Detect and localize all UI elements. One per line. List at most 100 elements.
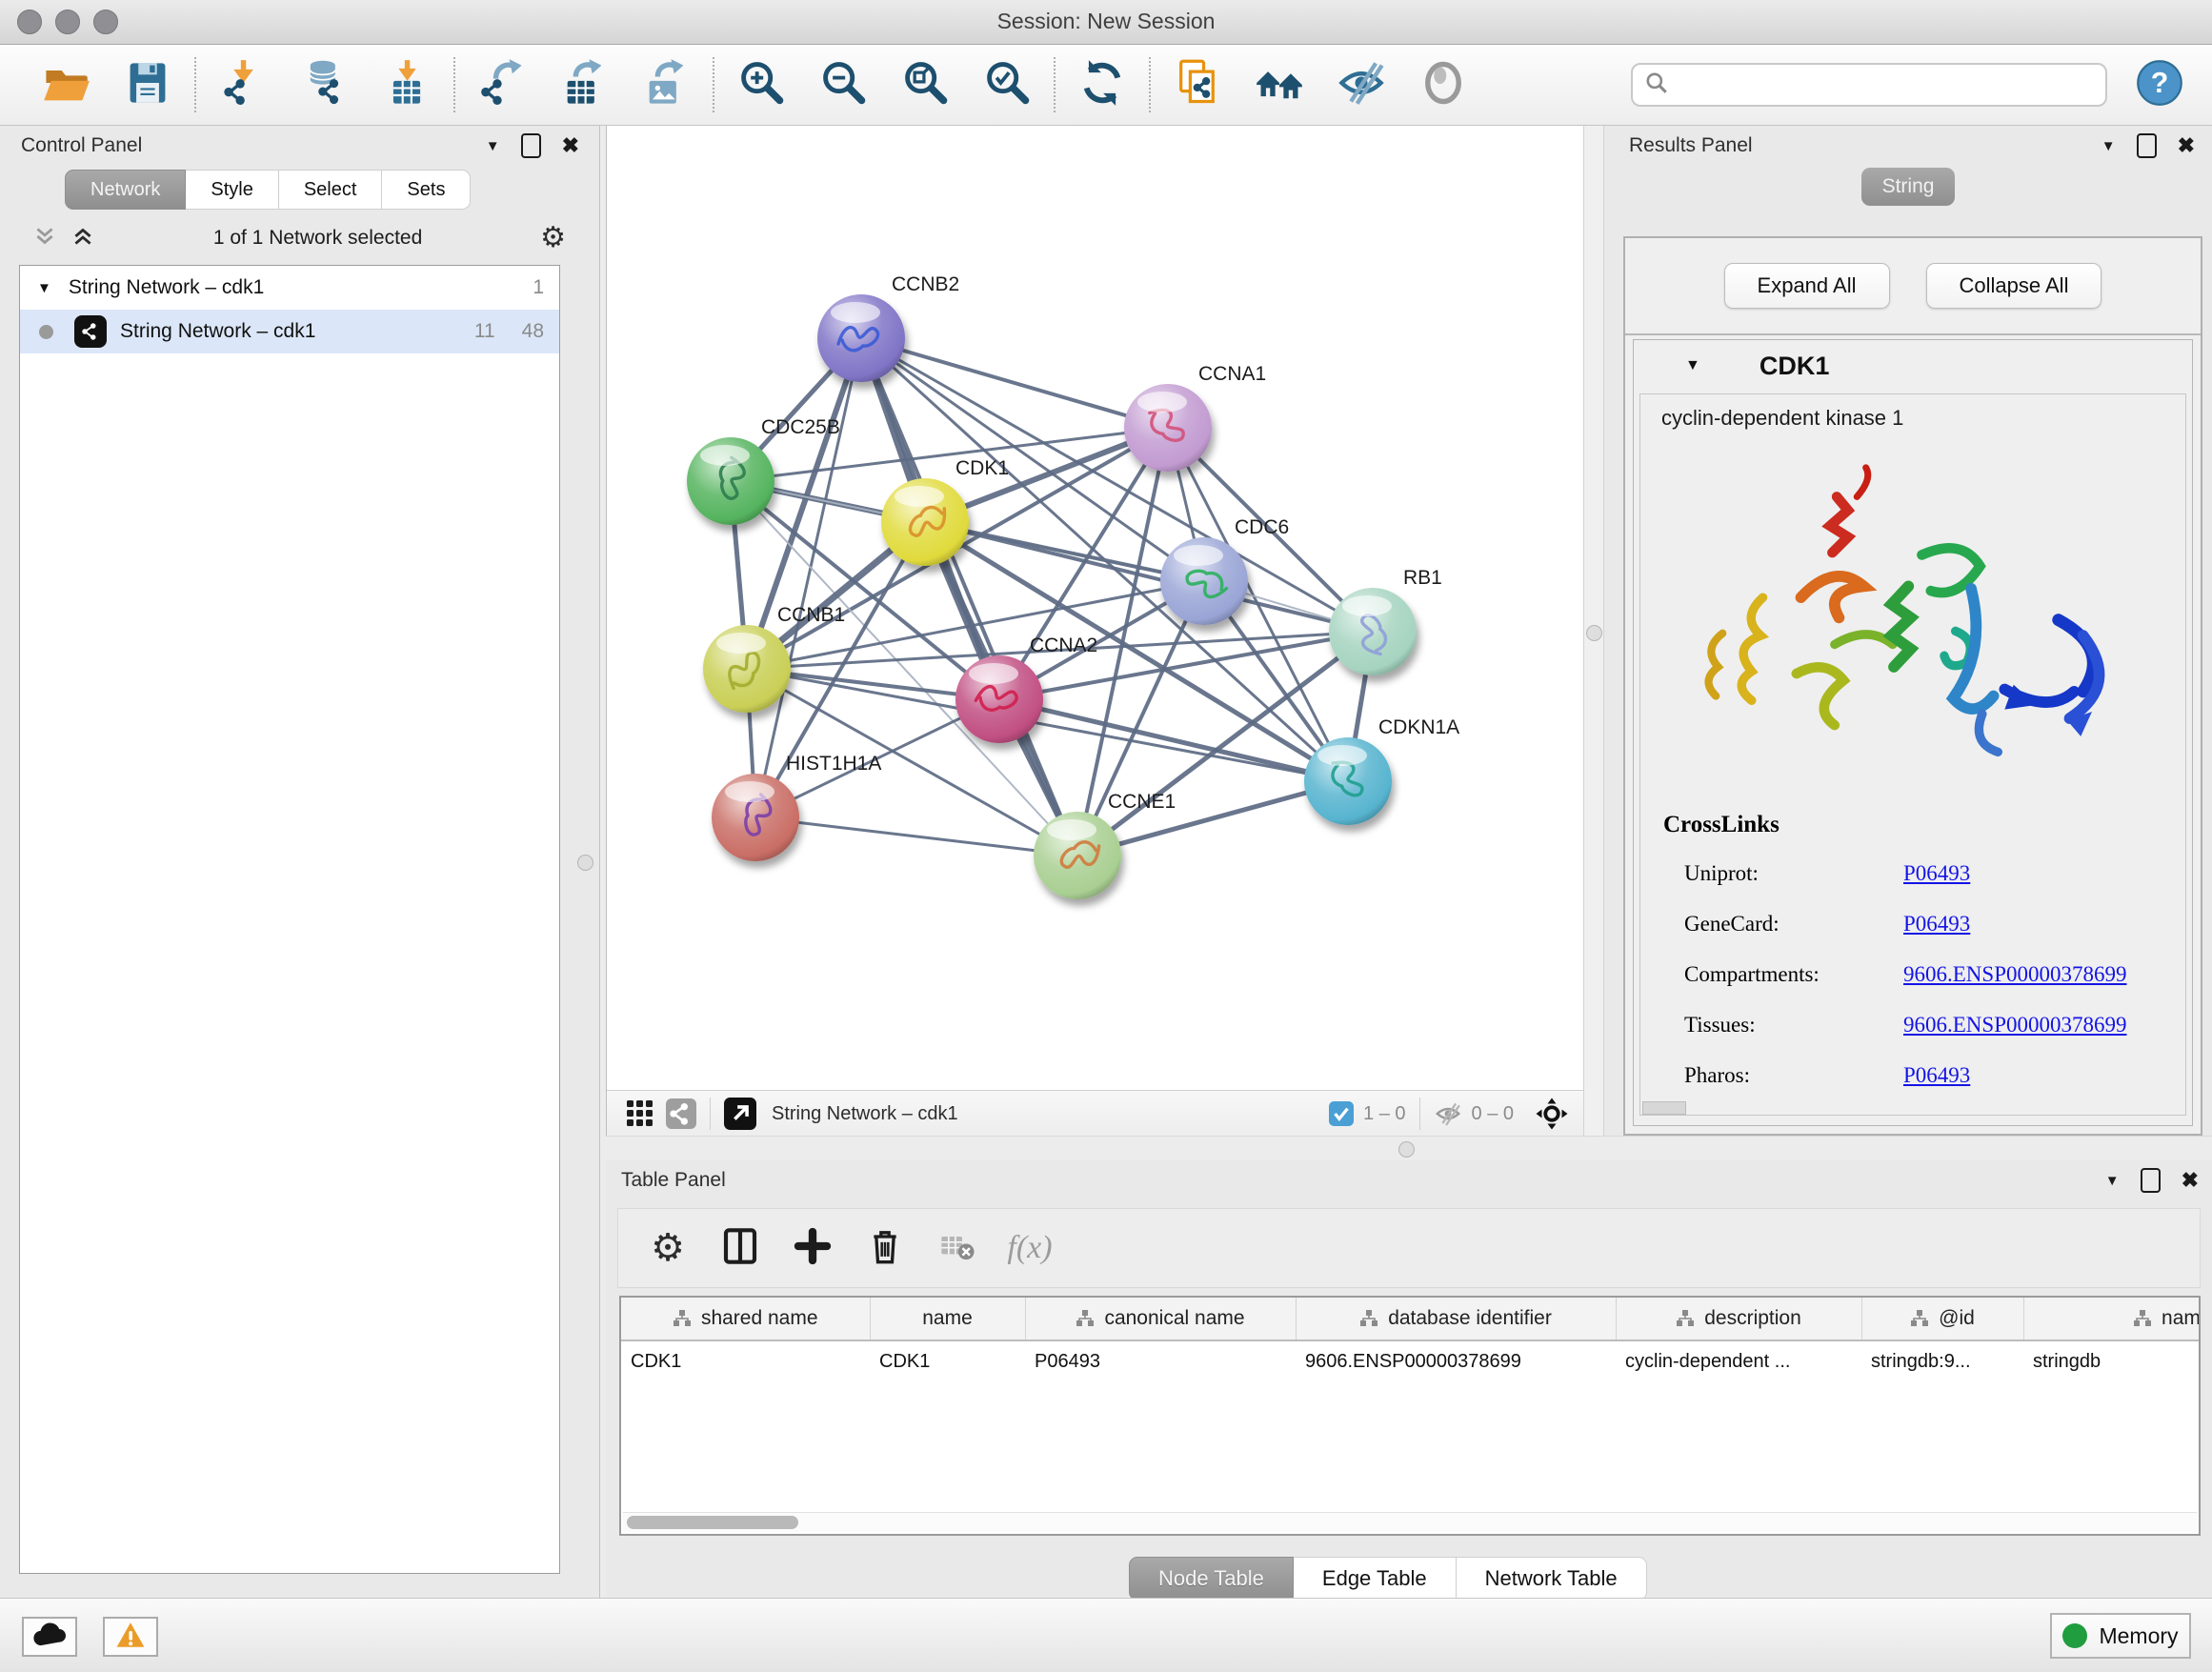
edge-HIST1H1A-CCNE1[interactable] (755, 817, 1077, 856)
table-settings-button[interactable]: ⚙ (632, 1229, 704, 1267)
edge-CCNA1-CCNA2[interactable] (999, 428, 1168, 699)
warning-button[interactable] (103, 1617, 158, 1657)
column-header-name[interactable]: name (870, 1298, 1025, 1340)
table-cell[interactable]: stringdb:9... (1861, 1340, 2023, 1381)
delete-column-button[interactable] (849, 1227, 921, 1270)
panel-float-icon[interactable]: ▼ (2101, 138, 2116, 154)
tab-style[interactable]: Style (186, 170, 278, 210)
tab-sets[interactable]: Sets (382, 170, 471, 210)
table-cell[interactable]: stringdb (2023, 1340, 2201, 1381)
collection-caret-icon[interactable]: ▼ (37, 280, 51, 296)
zoom-selected-button[interactable] (966, 54, 1048, 115)
import-network-file-button[interactable] (202, 54, 284, 115)
export-table-button[interactable] (543, 54, 625, 115)
panel-close-icon[interactable]: ✖ (2178, 133, 2195, 158)
table-cell[interactable]: 9606.ENSP00000378699 (1296, 1340, 1616, 1381)
panel-float-icon[interactable]: ▼ (2105, 1173, 2120, 1189)
node-CCNB1[interactable] (703, 625, 791, 713)
node-table[interactable]: shared namenamecanonical namedatabase id… (619, 1296, 2201, 1536)
protein-section-header[interactable]: ▼ CDK1 (1634, 340, 2192, 392)
panel-float-icon[interactable]: ▼ (486, 138, 500, 154)
import-table-file-button[interactable] (366, 54, 448, 115)
show-all-button[interactable] (1402, 54, 1484, 115)
first-neighbors-button[interactable] (1238, 54, 1320, 115)
tab-edge-table[interactable]: Edge Table (1294, 1557, 1457, 1601)
tab-network[interactable]: Network (65, 170, 186, 210)
collapse-all-button[interactable]: Collapse All (1926, 263, 2102, 309)
tab-string[interactable]: String (1861, 168, 1956, 206)
network-view-share-icon[interactable] (666, 1098, 696, 1129)
panel-close-icon[interactable]: ✖ (2182, 1168, 2199, 1193)
add-column-button[interactable] (776, 1227, 849, 1270)
canvas-table-splitter[interactable] (606, 1136, 2212, 1161)
table-cell[interactable]: P06493 (1025, 1340, 1296, 1381)
table-cell[interactable]: CDK1 (621, 1340, 870, 1381)
expand-all-button[interactable]: Expand All (1724, 263, 1890, 309)
node-RB1[interactable] (1329, 588, 1417, 675)
export-network-button[interactable] (461, 54, 543, 115)
node-CCNB2[interactable] (817, 294, 905, 382)
birds-eye-view-icon[interactable] (724, 1098, 756, 1130)
function-builder-button[interactable]: f(x) (994, 1230, 1066, 1266)
results-scrollbar-stub[interactable] (1642, 1101, 1686, 1115)
right-splitter-handle[interactable] (1586, 625, 1602, 641)
grid-view-icon[interactable] (626, 1099, 654, 1128)
network-row[interactable]: String Network – cdk1 11 48 (20, 310, 559, 353)
tab-select[interactable]: Select (279, 170, 383, 210)
selected-checkbox-icon[interactable] (1329, 1101, 1354, 1126)
tab-network-table[interactable]: Network Table (1457, 1557, 1647, 1601)
node-CDK1[interactable] (881, 478, 969, 566)
column-header-canonical-name[interactable]: canonical name (1025, 1298, 1296, 1340)
collapse-all-icon[interactable] (32, 224, 57, 253)
canvas-results-splitter[interactable] (1583, 126, 1604, 1136)
clone-network-button[interactable] (1156, 54, 1238, 115)
network-view[interactable]: CCNB2CCNA1CDC25BCDK1CDC6RB1CCNB1CCNA2CDK… (606, 126, 1583, 1136)
zoom-fit-button[interactable] (884, 54, 966, 115)
node-CCNA1[interactable] (1124, 384, 1212, 472)
crosslink-value-link[interactable]: P06493 (1903, 912, 1970, 937)
import-network-database-button[interactable] (284, 54, 366, 115)
node-CDKN1A[interactable] (1304, 737, 1392, 825)
zoom-in-button[interactable] (720, 54, 802, 115)
table-cell[interactable]: CDK1 (870, 1340, 1025, 1381)
zoom-out-button[interactable] (802, 54, 884, 115)
table-horizontal-scrollbar[interactable] (623, 1512, 2197, 1532)
edge-CCNB2-HIST1H1A[interactable] (755, 338, 861, 817)
crosslink-value-link[interactable]: P06493 (1903, 861, 1970, 886)
export-image-button[interactable] (625, 54, 707, 115)
column-header-database-identifier[interactable]: database identifier (1296, 1298, 1616, 1340)
hide-selected-button[interactable] (1320, 54, 1402, 115)
horizontal-splitter-handle[interactable] (1398, 1141, 1415, 1158)
edge-CDC6-CCNE1[interactable] (1077, 581, 1204, 856)
hidden-eye-slash-icon[interactable] (1434, 1099, 1462, 1128)
crosslink-value-link[interactable]: P06493 (1903, 1063, 1970, 1088)
panel-maximize-icon[interactable] (2141, 1168, 2161, 1193)
memory-button[interactable]: Memory (2050, 1613, 2191, 1659)
crosslink-value-link[interactable]: 9606.ENSP00000378699 (1903, 962, 2127, 987)
column-header-shared-name[interactable]: shared name (621, 1298, 870, 1340)
open-session-button[interactable] (25, 54, 107, 115)
crosslink-value-link[interactable]: 9606.ENSP00000378699 (1903, 1013, 2127, 1037)
gear-icon[interactable]: ⚙ (540, 224, 566, 252)
left-splitter-handle[interactable] (577, 855, 593, 871)
node-CCNA2[interactable] (955, 655, 1043, 743)
network-collection-row[interactable]: ▼ String Network – cdk1 1 (20, 266, 559, 310)
table-cell[interactable]: cyclin-dependent ... (1616, 1340, 1861, 1381)
column-header-description[interactable]: description (1616, 1298, 1861, 1340)
table-row[interactable]: CDK1CDK1P064939606.ENSP00000378699cyclin… (621, 1340, 2201, 1381)
show-columns-button[interactable] (704, 1227, 776, 1270)
fit-content-crosshair-icon[interactable] (1535, 1097, 1569, 1131)
column-header--id[interactable]: @id (1861, 1298, 2023, 1340)
tab-node-table[interactable]: Node Table (1129, 1557, 1294, 1601)
delete-table-button[interactable] (921, 1227, 994, 1270)
edge-CCNB2-CCNA1[interactable] (861, 338, 1168, 428)
node-CCNE1[interactable] (1034, 812, 1121, 899)
expand-all-icon[interactable] (70, 224, 95, 253)
node-CDC6[interactable] (1160, 537, 1248, 625)
search-input[interactable] (1677, 73, 2094, 97)
network-graph[interactable]: CCNB2CCNA1CDC25BCDK1CDC6RB1CCNB1CCNA2CDK… (607, 126, 1584, 1090)
refresh-button[interactable] (1061, 54, 1143, 115)
node-CDC25B[interactable] (687, 437, 774, 525)
panel-maximize-icon[interactable] (521, 133, 541, 158)
section-caret-icon[interactable]: ▼ (1685, 357, 1700, 374)
